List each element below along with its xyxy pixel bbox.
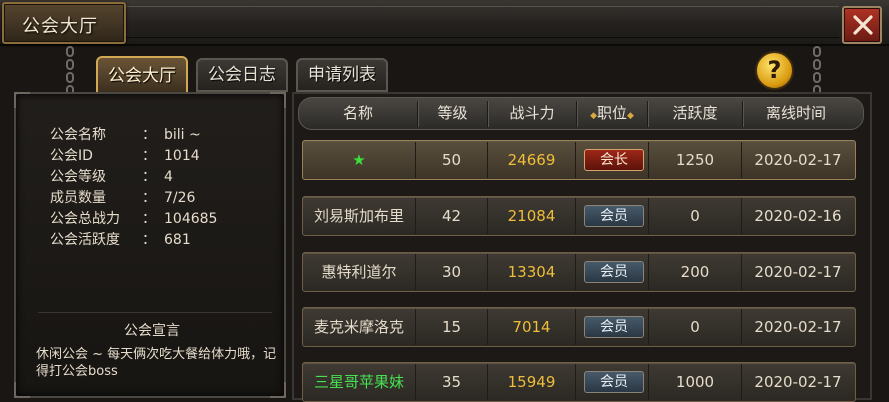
- member-offline-time: 2020-02-17: [754, 318, 842, 336]
- info-key: 公会总战力: [50, 211, 120, 227]
- member-row[interactable]: 三星哥苹果妹 35 15949 会员 1000 2020-02-17: [302, 362, 856, 402]
- chain-decoration-left: [65, 44, 75, 96]
- info-separator: ：: [142, 190, 156, 206]
- info-row-guild-level: 公会等级 ： 4: [50, 167, 173, 187]
- position-badge-member[interactable]: 会员: [584, 205, 644, 227]
- info-key: 公会等级: [50, 169, 106, 185]
- info-key: 成员数量: [50, 190, 106, 206]
- header-position-label: 职位: [596, 104, 627, 122]
- member-list-header: 名称 等级 战斗力 ◆职位◆ 活跃度 离线时间: [298, 97, 864, 130]
- member-position-cell: 会员: [576, 197, 648, 235]
- member-level: 50: [441, 151, 462, 169]
- member-offline-time: 2020-02-17: [754, 373, 842, 391]
- header-name[interactable]: 名称: [299, 98, 417, 129]
- member-row[interactable]: 刘易斯加布里 42 21084 会员 0 2020-02-16: [302, 196, 856, 236]
- info-value: 1014: [164, 148, 200, 164]
- header-position[interactable]: ◆职位◆: [577, 98, 647, 129]
- member-power: 21084: [507, 207, 556, 225]
- info-key: 公会ID: [50, 148, 93, 164]
- declaration-title: 公会宣言: [124, 323, 180, 339]
- header-power[interactable]: 战斗力: [488, 98, 576, 129]
- member-offline-time: 2020-02-16: [754, 207, 842, 225]
- info-value: 681: [164, 232, 191, 248]
- declaration-divider: [38, 312, 272, 313]
- header-activity[interactable]: 活跃度: [648, 98, 742, 129]
- info-key: 公会名称: [50, 127, 106, 143]
- member-level: 42: [441, 207, 462, 225]
- info-key: 公会活跃度: [50, 232, 120, 248]
- header-level[interactable]: 等级: [418, 98, 487, 129]
- close-button[interactable]: [842, 6, 882, 44]
- help-button[interactable]: ?: [755, 51, 794, 90]
- chain-decoration-right: [812, 44, 822, 96]
- member-activity: 200: [680, 263, 710, 281]
- member-activity: 1000: [675, 373, 715, 391]
- info-row-guild-name: 公会名称 ： bili ~: [50, 125, 201, 145]
- member-position-cell: 会员: [576, 308, 648, 346]
- sort-arrow-right-icon: ◆: [627, 111, 634, 121]
- info-separator: ：: [142, 211, 156, 227]
- info-value: 7/26: [164, 190, 196, 206]
- close-x-icon: [853, 15, 873, 35]
- declaration-text: 休闲公会 ~ 每天俩次吃大餐给体力哦，记得打公会boss: [36, 347, 277, 379]
- sort-arrow-left-icon: ◆: [590, 111, 597, 121]
- info-value: bili ~: [164, 127, 201, 143]
- member-position-cell: 会长: [576, 141, 648, 179]
- member-level: 35: [441, 373, 462, 391]
- member-level: 15: [441, 318, 462, 336]
- info-separator: ：: [142, 148, 156, 164]
- member-row[interactable]: 麦克米摩洛克 15 7014 会员 0 2020-02-17: [302, 307, 856, 347]
- info-row-guild-activity: 公会活跃度 ： 681: [50, 230, 191, 250]
- member-list-panel: [292, 92, 872, 400]
- info-row-member-count: 成员数量 ： 7/26: [50, 188, 195, 208]
- title-plate: 公会大厅: [2, 2, 126, 44]
- member-power: 15949: [507, 373, 556, 391]
- member-name: ★: [352, 151, 366, 169]
- position-badge-member[interactable]: 会员: [584, 261, 644, 283]
- member-position-cell: 会员: [576, 253, 648, 291]
- member-position-cell: 会员: [576, 363, 648, 401]
- member-name: 刘易斯加布里: [313, 207, 404, 225]
- member-activity: 1250: [675, 151, 715, 169]
- position-badge-member[interactable]: 会员: [584, 371, 644, 393]
- tab-application-list[interactable]: 申请列表: [296, 58, 388, 92]
- info-value: 4: [164, 169, 173, 185]
- member-power: 24669: [507, 151, 556, 169]
- info-value: 104685: [164, 211, 218, 227]
- info-row-guild-id: 公会ID ： 1014: [50, 146, 200, 166]
- title-bar: [0, 0, 889, 46]
- member-name: 惠特利道尔: [321, 263, 397, 281]
- position-badge-member[interactable]: 会员: [584, 316, 644, 338]
- member-activity: 0: [690, 318, 700, 336]
- guild-info-panel: 公会名称 ： bili ~ 公会ID ： 1014 公会等级 ： 4 成员数量 ： 7/26 公…: [14, 92, 286, 398]
- tab-guild-log[interactable]: 公会日志: [196, 58, 288, 92]
- position-badge-leader[interactable]: 会长: [584, 149, 644, 171]
- header-offline-time[interactable]: 离线时间: [743, 98, 849, 129]
- member-activity: 0: [690, 207, 700, 225]
- member-power: 13304: [507, 263, 556, 281]
- tab-guild-hall[interactable]: 公会大厅: [96, 56, 188, 94]
- info-row-total-power: 公会总战力 ： 104685: [50, 209, 217, 229]
- member-offline-time: 2020-02-17: [754, 263, 842, 281]
- member-name: 麦克米摩洛克: [313, 318, 404, 336]
- info-separator: ：: [142, 232, 156, 248]
- member-offline-time: 2020-02-17: [754, 151, 842, 169]
- member-name: 三星哥苹果妹: [313, 373, 404, 391]
- info-separator: ：: [142, 169, 156, 185]
- window-title: 公会大厅: [22, 16, 98, 37]
- member-level: 30: [441, 263, 462, 281]
- info-separator: ：: [142, 127, 156, 143]
- member-row[interactable]: 惠特利道尔 30 13304 会员 200 2020-02-17: [302, 252, 856, 292]
- member-row[interactable]: ★ 50 24669 会长 1250 2020-02-17: [302, 140, 856, 180]
- member-power: 7014: [512, 318, 551, 336]
